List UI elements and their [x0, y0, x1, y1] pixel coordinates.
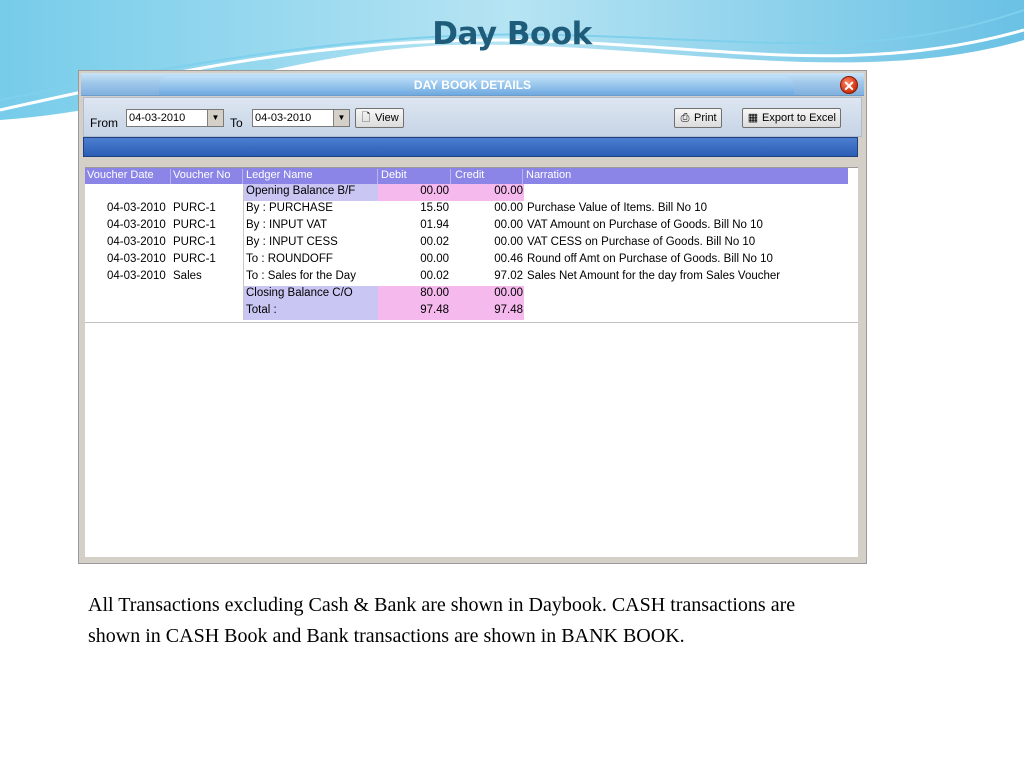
credit-cell: 00.00 [494, 236, 523, 248]
table-row[interactable]: 04-03-2010 PURC-1 By : PURCHASE 15.50 00.00 P… [85, 201, 858, 218]
progress-bar [83, 137, 858, 157]
narration-cell: Purchase Value of Items. Bill No 10 [527, 202, 708, 214]
chevron-down-icon[interactable]: ▼ [333, 110, 349, 126]
window-title: DAY BOOK DETAILS [413, 78, 532, 92]
column-header[interactable]: Ledger Name [246, 169, 378, 184]
column-header[interactable]: Credit [455, 169, 523, 184]
voucher-no-cell: PURC-1 [173, 202, 216, 214]
narration-cell: VAT CESS on Purchase of Goods. Bill No 1… [527, 236, 756, 248]
ledger-name-cell: By : PURCHASE [246, 202, 333, 214]
debit-cell: 97.48 [420, 304, 449, 316]
table-row[interactable]: 04-03-2010 Sales To : Sales for the Day 00.… [85, 269, 858, 286]
credit-cell: 97.48 [494, 304, 523, 316]
table-row[interactable]: Closing Balance C/O 80.00 00.00 [85, 286, 858, 303]
to-date-select[interactable]: 04-03-2010 ▼ [252, 109, 350, 127]
voucher-date-cell: 04-03-2010 [107, 236, 166, 248]
column-header[interactable]: Debit [381, 169, 451, 184]
table-row[interactable]: 04-03-2010 PURC-1 To : ROUNDOFF 00.00 00.46 R… [85, 252, 858, 269]
credit-cell: 00.46 [494, 253, 523, 265]
print-button[interactable]: ⎙ Print [674, 108, 722, 128]
credit-cell: 00.00 [494, 287, 523, 299]
filter-toolbar: From 04-03-2010 ▼ To 04-03-2010 ▼ 🗋 View … [83, 97, 862, 137]
debit-cell: 00.02 [420, 236, 449, 248]
table-row[interactable]: 04-03-2010 PURC-1 By : INPUT VAT 01.94 00.00… [85, 218, 858, 235]
column-header[interactable]: Voucher Date [87, 169, 171, 184]
table-row[interactable]: Opening Balance B/F 00.00 00.00 [85, 184, 858, 201]
voucher-date-cell: 04-03-2010 [107, 202, 166, 214]
voucher-date-cell: 04-03-2010 [107, 270, 166, 282]
credit-cell: 00.00 [494, 185, 523, 197]
debit-cell: 00.02 [420, 270, 449, 282]
credit-cell: 00.00 [494, 219, 523, 231]
ledger-name-cell: By : INPUT CESS [246, 236, 338, 248]
table-row[interactable]: Total : 97.48 97.48 [85, 303, 858, 320]
from-label: From [90, 116, 118, 130]
printer-icon: ⎙ [680, 112, 690, 124]
document-icon: 🗋 [361, 112, 371, 124]
voucher-no-cell: PURC-1 [173, 219, 216, 231]
day-book-window: DAY BOOK DETAILS ✕ From 04-03-2010 ▼ To … [78, 70, 867, 564]
view-button[interactable]: 🗋 View [355, 108, 404, 128]
debit-cell: 80.00 [420, 287, 449, 299]
from-date-select[interactable]: 04-03-2010 ▼ [126, 109, 224, 127]
ledger-name-cell: To : ROUNDOFF [246, 253, 333, 265]
slide-title: Day Book [432, 16, 592, 52]
to-label: To [230, 116, 243, 130]
voucher-no-cell: PURC-1 [173, 253, 216, 265]
credit-cell: 00.00 [494, 202, 523, 214]
column-header[interactable]: Narration [526, 169, 846, 184]
close-icon[interactable]: ✕ [840, 76, 858, 94]
narration-cell: VAT Amount on Purchase of Goods. Bill No… [527, 219, 763, 231]
voucher-date-cell: 04-03-2010 [107, 253, 166, 265]
to-date-value: 04-03-2010 [255, 112, 312, 124]
debit-cell: 01.94 [420, 219, 449, 231]
excel-icon: ▦ [747, 112, 759, 124]
ledger-name-cell: To : Sales for the Day [246, 270, 356, 282]
table-row[interactable]: 04-03-2010 PURC-1 By : INPUT CESS 00.02 00.0… [85, 235, 858, 252]
ledger-name-cell: Total : [246, 304, 277, 316]
column-header[interactable]: Voucher No [173, 169, 243, 184]
debit-cell: 00.00 [420, 185, 449, 197]
ledger-name-cell: By : INPUT VAT [246, 219, 328, 231]
window-titlebar: DAY BOOK DETAILS ✕ [81, 73, 864, 96]
chevron-down-icon[interactable]: ▼ [207, 110, 223, 126]
narration-cell: Sales Net Amount for the day from Sales … [527, 270, 781, 282]
voucher-no-cell: Sales [173, 270, 202, 282]
debit-cell: 00.00 [420, 253, 449, 265]
ledger-name-cell: Closing Balance C/O [246, 287, 353, 299]
voucher-date-cell: 04-03-2010 [107, 219, 166, 231]
debit-cell: 15.50 [420, 202, 449, 214]
day-book-grid[interactable]: Voucher Date Voucher No Ledger Name Debi… [85, 167, 858, 557]
from-date-value: 04-03-2010 [129, 112, 186, 124]
credit-cell: 97.02 [494, 270, 523, 282]
ledger-name-cell: Opening Balance B/F [246, 185, 356, 197]
slide-caption: All Transactions excluding Cash & Bank a… [88, 594, 796, 647]
narration-cell: Round off Amt on Purchase of Goods. Bill… [527, 253, 773, 265]
grid-header: Voucher Date Voucher No Ledger Name Debi… [85, 168, 848, 184]
export-excel-button[interactable]: ▦ Export to Excel [742, 108, 841, 128]
voucher-no-cell: PURC-1 [173, 236, 216, 248]
